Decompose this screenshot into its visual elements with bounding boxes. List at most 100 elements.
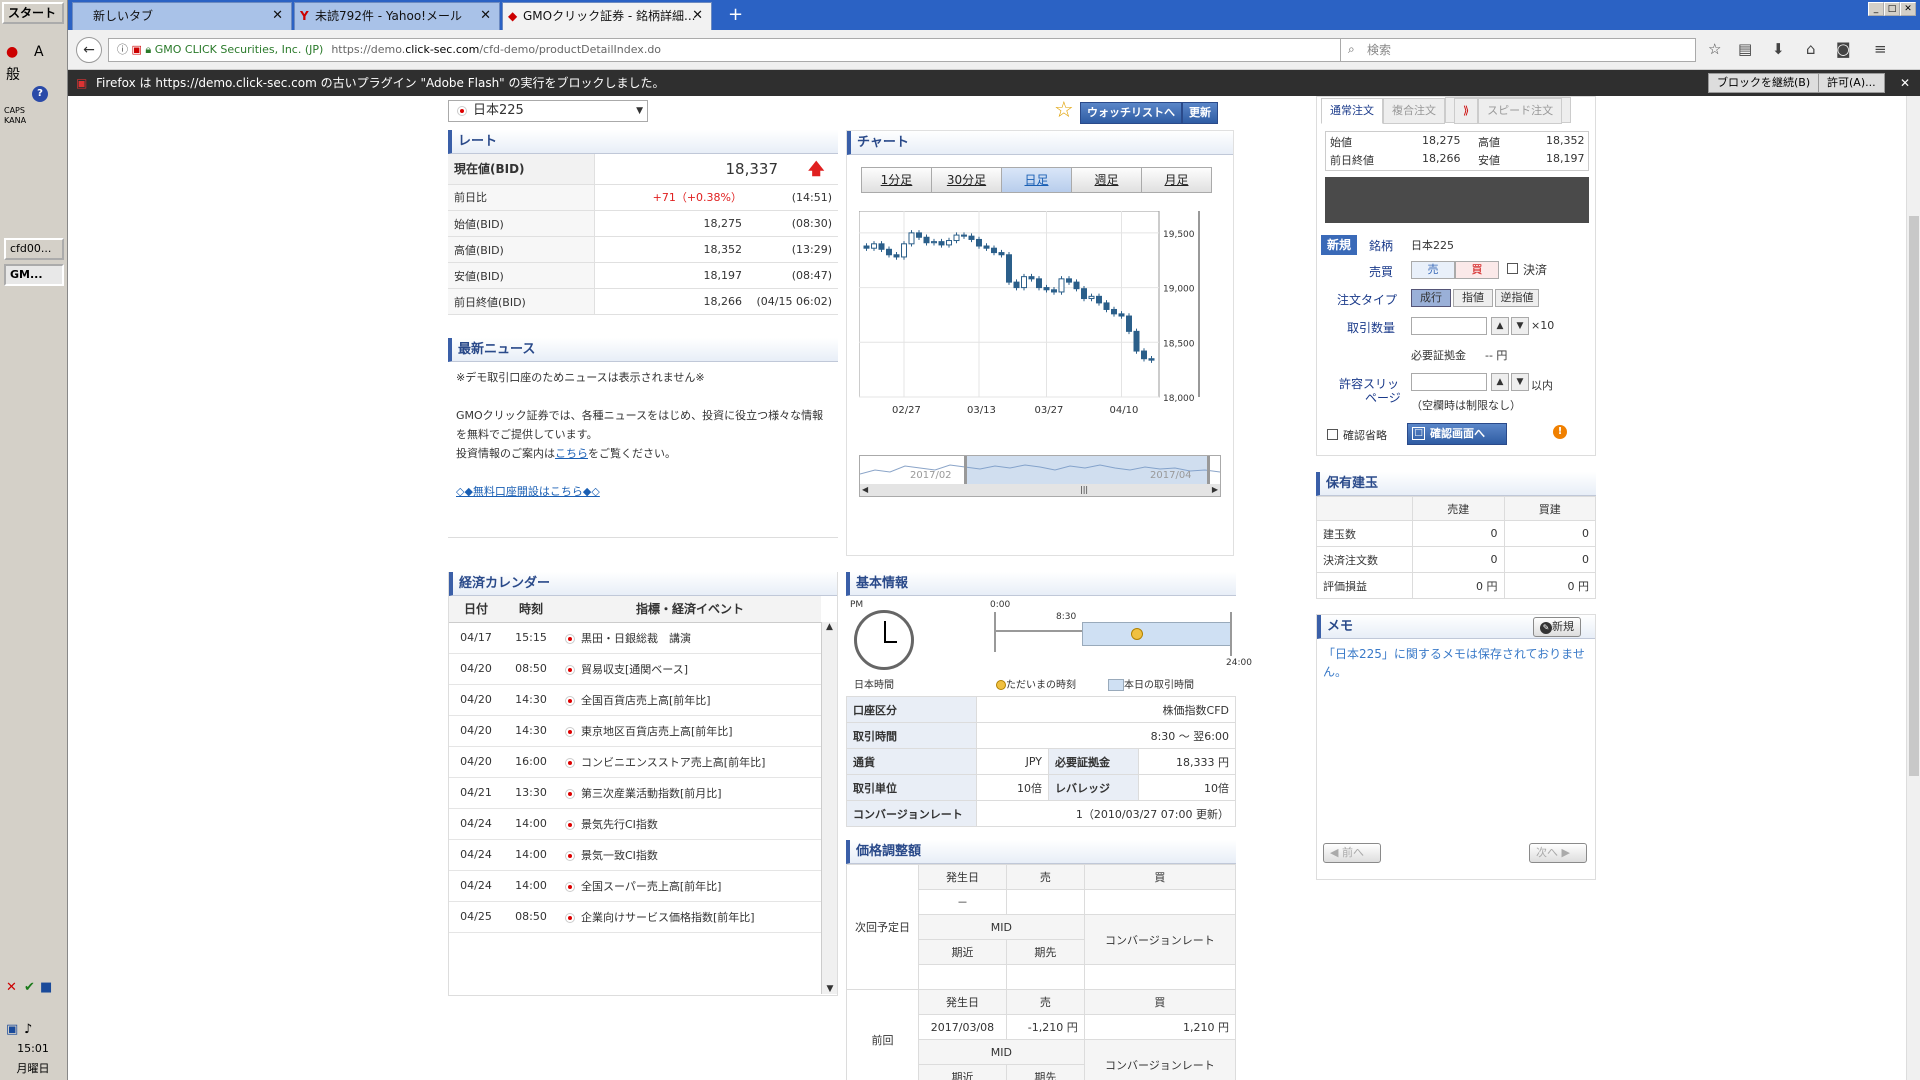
taskbar-item-cfd[interactable]: cfd00... [4,238,64,260]
product-select[interactable]: 日本225 ▼ [448,100,648,122]
site-identity[interactable]: GMO CLICK Securities, Inc. (JP) [155,43,324,56]
scroll-up-icon[interactable]: ▲ [822,622,837,632]
info-icon[interactable]: ⓘ [117,43,128,56]
ime-icon[interactable]: ● [6,44,18,60]
star-icon[interactable]: ☆ [1054,98,1074,123]
keep-blocking-button[interactable]: ブロックを継続(B) [1708,73,1820,93]
candle-body [901,243,907,258]
qty-up-icon[interactable]: ▲ [1491,317,1509,335]
chart-navigator[interactable]: 2017/02 2017/04 ◀ ||| ▶ [859,455,1221,497]
tray-volume-icon[interactable]: ♪ [24,1022,32,1037]
tray-monitor-icon[interactable]: ▣ [6,1022,18,1037]
tab-normal-order[interactable]: 通常注文 [1321,98,1383,124]
candle-body [1141,350,1147,360]
chart-title: チャート [847,131,1233,155]
memo-prev-button[interactable]: ◀ 前へ [1323,843,1381,863]
tab-daily[interactable]: 日足 [1001,167,1072,193]
rate-label: 前日終値(BID) [448,288,595,315]
price-adjust-panel: 価格調整額 次回予定日 発生日売買 － MID コンバージョンレート 期近 期先 前回… [846,840,1236,1080]
maximize-button[interactable]: □ [1884,2,1900,16]
type-limit-button[interactable]: 指値 [1453,289,1493,307]
pos-sell: 0 円 [1412,572,1505,599]
confirm-skip-checkbox[interactable] [1327,429,1338,440]
tab-monthly[interactable]: 月足 [1141,167,1212,193]
new-tab-button[interactable]: + [728,4,743,25]
taskbar-item-gmo[interactable]: GM... [4,264,64,286]
event-time: 15:15 [503,622,559,654]
start-button[interactable]: スタート [2,2,64,24]
tab-weekly[interactable]: 週足 [1071,167,1142,193]
candlestick-chart[interactable]: 18,000 18,500 19,000 19,500 02/27 03/13 03/27 0… [859,211,1229,441]
tab-30min[interactable]: 30分足 [931,167,1002,193]
scroll-down-icon[interactable]: ▼ [822,984,838,994]
tray-network-icon[interactable]: ■ [40,980,52,995]
japan-flag-icon [565,788,575,799]
tab-combo-order[interactable]: 複合注文 [1383,98,1445,124]
basic-title: 基本情報 [846,572,1236,596]
calendar-scrollbar[interactable]: ▲ ▼ [821,622,837,994]
tab-yahoo-mail[interactable]: Y 未読792件 - Yahoo!メール ✕ [294,2,500,30]
scroll-left-icon[interactable]: ◀ [862,484,868,496]
open-account-link[interactable]: ◇◆無料口座開設はこちら◆◇ [456,485,600,498]
rate-detail-table: 前日比 +71（+0.38%） (14:51) 始値(BID) 18,275 (08:3… [448,184,838,315]
type-stop-button[interactable]: 逆指値 [1495,289,1539,307]
slippage-up-icon[interactable]: ▲ [1491,373,1509,391]
flash-block-notification: ▣ Firefox は https://demo.click-sec.com の… [68,70,1920,96]
watchlist-button[interactable]: ウォッチリストへ [1080,102,1182,124]
pocket-icon[interactable]: ◙ [1836,40,1851,58]
reading-list-icon[interactable]: ▤ [1738,40,1752,58]
plugin-blocked-icon[interactable]: ▣ [132,43,142,56]
tab-1min[interactable]: 1分足 [861,167,932,193]
tray-security-icon[interactable]: ✕ [6,980,17,995]
help-icon[interactable]: ? [32,86,48,102]
home-icon[interactable]: ⌂ [1806,40,1816,58]
download-icon[interactable]: ⬇ [1772,40,1785,58]
slippage-input[interactable] [1411,373,1487,391]
confirm-screen-button[interactable]: □ 確認画面へ [1407,423,1507,445]
close-icon[interactable]: ✕ [272,3,283,29]
info-icon[interactable]: ! [1553,425,1567,439]
tab-speed-order[interactable]: ⟫ スピード注文 [1445,97,1572,124]
tab-new[interactable]: 新しいタブ ✕ [72,2,292,30]
type-market-button[interactable]: 成行 [1411,289,1451,307]
close-icon[interactable]: ✕ [1900,70,1910,96]
bookmark-star-icon[interactable]: ☆ [1708,40,1721,58]
close-icon[interactable]: ✕ [692,3,703,29]
back-button[interactable]: ← [76,37,102,63]
menu-icon[interactable]: ≡ [1874,40,1887,58]
settle-checkbox[interactable] [1507,263,1518,274]
url-bar[interactable]: ⓘ ▣ 🔒︎ GMO CLICK Securities, Inc. (JP) ht… [108,38,1372,62]
scroll-thumb[interactable] [1909,216,1919,776]
slippage-down-icon[interactable]: ▼ [1511,373,1529,391]
page-scrollbar[interactable] [1906,96,1920,1080]
event-time: 14:30 [503,715,559,747]
clock-time[interactable]: 15:01 [2,1042,64,1055]
buy-button[interactable]: 買 [1455,261,1499,279]
qty-input[interactable] [1411,317,1487,335]
search-input[interactable]: 検索 [1340,38,1696,62]
tray-shield-icon[interactable]: ✔ [24,980,35,995]
sell-button[interactable]: 売 [1411,261,1455,279]
flash-plugin-area[interactable] [1325,177,1589,223]
tab-gmo-click[interactable]: ◆ GMOクリック証券 - 銘柄詳細... ✕ [502,2,712,30]
scroll-grip-icon[interactable]: ||| [1080,484,1088,496]
refresh-button[interactable]: 更新 [1182,102,1218,124]
url-domain: click-sec.com [405,43,480,56]
candle-body [916,232,922,238]
ime-mode-kanji[interactable]: 般 [6,64,20,84]
close-icon[interactable]: ✕ [480,3,491,29]
ime-mode-a[interactable]: A [34,44,44,60]
position-panel: 保有建玉 売建 買建 建玉数 0 0 決済注文数 0 0 評価損益 0 円0 円 [1316,472,1596,599]
navigator-scrollbar[interactable]: ◀ ||| ▶ [860,484,1220,496]
minimize-button[interactable]: _ [1868,2,1884,16]
memo-new-button[interactable]: ✎ 新規 [1533,617,1581,637]
info-link[interactable]: こちら [555,447,588,460]
near-label: 期近 [918,939,1007,965]
confirm-icon: □ [1412,427,1425,440]
scroll-right-icon[interactable]: ▶ [1212,484,1218,496]
memo-next-button[interactable]: 次へ ▶ [1529,843,1587,863]
close-window-button[interactable]: ✕ [1900,2,1916,16]
qty-down-icon[interactable]: ▼ [1511,317,1529,335]
allow-button[interactable]: 許可(A)... [1818,73,1885,93]
candle-body [908,232,915,245]
